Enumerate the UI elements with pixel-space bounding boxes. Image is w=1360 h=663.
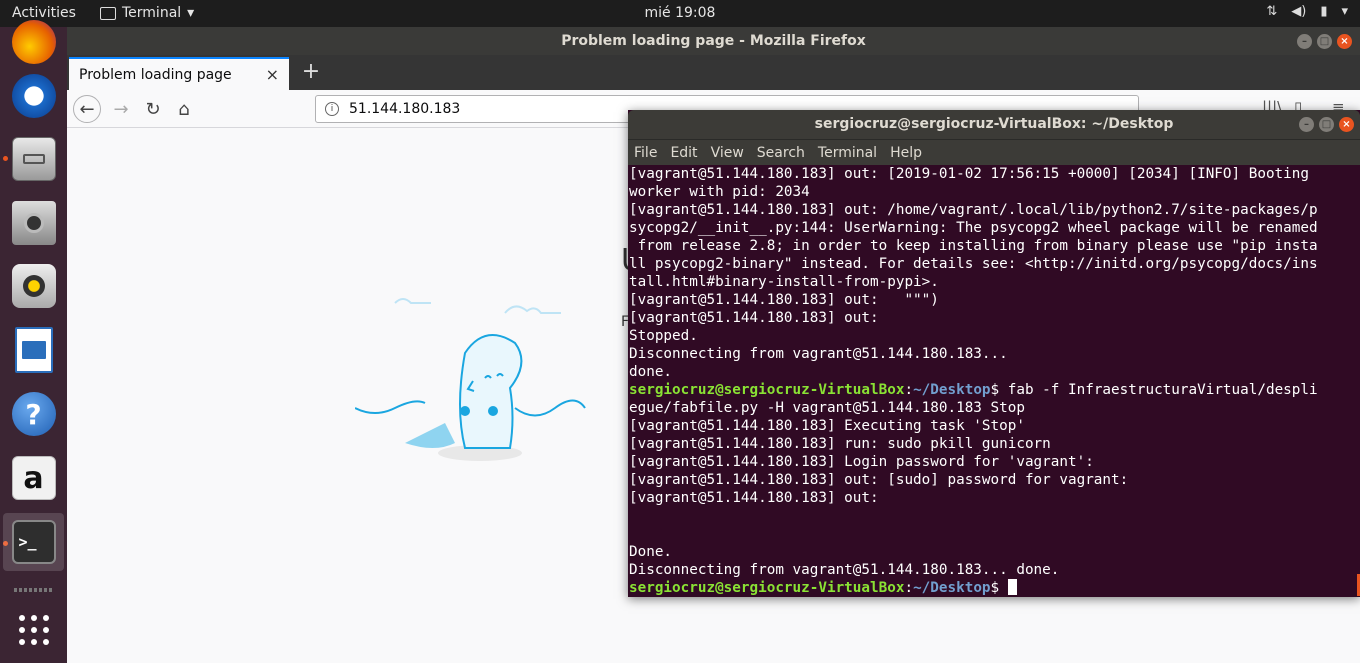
maximize-button[interactable]: □	[1317, 34, 1332, 49]
prompt-separator: :	[904, 382, 914, 398]
dock-item-terminal[interactable]: >_	[3, 513, 64, 571]
terminal-line: [vagrant@51.144.180.183] out:	[629, 310, 879, 326]
terminal-output[interactable]: [vagrant@51.144.180.183] out: [2019-01-0…	[628, 165, 1360, 597]
terminal-menubar: File Edit View Search Terminal Help	[628, 139, 1360, 165]
dock-item-app-grid[interactable]	[3, 601, 64, 659]
terminal-line: [vagrant@51.144.180.183] out: [sudo] pas…	[629, 472, 1129, 488]
minimize-button[interactable]: –	[1299, 117, 1314, 132]
close-button[interactable]: ×	[1339, 117, 1354, 132]
terminal-prompt-line: sergiocruz@sergiocruz-VirtualBox:~/Deskt…	[629, 579, 1359, 597]
terminal-line: from release 2.8; in order to keep insta…	[629, 238, 1318, 254]
new-tab-button[interactable]: +	[297, 59, 325, 84]
menu-file[interactable]: File	[634, 140, 657, 165]
terminal-line: [vagrant@51.144.180.183] out: """)	[629, 292, 939, 308]
firefox-window-controls: – □ ×	[1297, 34, 1352, 49]
firefox-titlebar[interactable]: Problem loading page - Mozilla Firefox –…	[67, 27, 1360, 55]
home-button[interactable]: ⌂	[170, 96, 198, 124]
tab-label: Problem loading page	[79, 66, 232, 83]
terminal-line: Stopped.	[629, 328, 698, 344]
dock-item-camera[interactable]	[3, 194, 64, 252]
prompt-path: ~/Desktop	[913, 580, 991, 596]
terminal-line: ll psycopg2-binary" instead. For details…	[629, 256, 1318, 272]
firefox-icon	[11, 20, 56, 64]
menu-help[interactable]: Help	[890, 140, 922, 165]
terminal-line: Done.	[629, 544, 673, 560]
forward-button[interactable]: →	[107, 96, 135, 124]
prompt-symbol: $	[990, 382, 1000, 398]
back-button[interactable]: ←	[73, 95, 101, 123]
prompt-user: sergiocruz@sergiocruz-VirtualBox	[629, 580, 905, 596]
dock: ? a >_	[0, 20, 67, 663]
dock-item-rhythmbox[interactable]	[3, 257, 64, 315]
text-cursor	[1007, 579, 1017, 595]
terminal-line: [vagrant@51.144.180.183] run: sudo pkill…	[629, 436, 1051, 452]
network-icon: ⇅	[1266, 4, 1278, 19]
writer-icon	[14, 327, 53, 373]
terminal-line: Disconnecting from vagrant@51.144.180.18…	[629, 562, 1060, 578]
terminal-line: [vagrant@51.144.180.183] Executing task …	[629, 418, 1025, 434]
system-tray[interactable]: ⇅ ◀) ▮ ▾	[1266, 4, 1348, 19]
firefox-window-title: Problem loading page - Mozilla Firefox	[561, 33, 866, 49]
terminal-prompt-line: sergiocruz@sergiocruz-VirtualBox:~/Deskt…	[629, 381, 1359, 399]
terminal-window: sergiocruz@sergiocruz-VirtualBox: ~/Desk…	[628, 110, 1360, 597]
menu-search[interactable]: Search	[757, 140, 805, 165]
grid-icon	[18, 615, 49, 645]
dock-item-writer[interactable]	[3, 321, 64, 379]
close-button[interactable]: ×	[1337, 34, 1352, 49]
battery-icon: ▮	[1320, 4, 1328, 19]
close-tab-icon[interactable]: ×	[266, 65, 279, 84]
maximize-button[interactable]: □	[1319, 117, 1334, 132]
prompt-user: sergiocruz@sergiocruz-VirtualBox	[629, 382, 905, 398]
volume-icon: ◀)	[1291, 4, 1307, 19]
chevron-down-icon: ▾	[1341, 4, 1348, 19]
terminal-line: [vagrant@51.144.180.183] out:	[629, 490, 879, 506]
tab-problem-loading[interactable]: Problem loading page ×	[69, 57, 289, 90]
command-text: fab -f InfraestructuraVirtual/despli	[999, 382, 1318, 398]
url-text: 51.144.180.183	[349, 101, 461, 117]
dock-item-amazon[interactable]: a	[3, 449, 64, 507]
reload-button[interactable]: ↻	[139, 96, 167, 124]
thunderbird-icon	[11, 74, 56, 118]
dock-item-thunderbird[interactable]	[3, 67, 64, 125]
top-bar: Activities Terminal ▾ mié 19:08 ⇅ ◀) ▮ ▾	[0, 0, 1360, 27]
terminal-line: worker with pid: 2034	[629, 184, 810, 200]
terminal-line: tall.html#binary-install-from-pypi>.	[629, 274, 939, 290]
prompt-symbol: $	[990, 580, 1000, 596]
amazon-icon: a	[11, 456, 56, 500]
speaker-icon	[11, 264, 56, 308]
command-text	[999, 580, 1008, 596]
terminal-line: egue/fabfile.py -H vagrant@51.144.180.18…	[629, 400, 1025, 416]
terminal-line: Disconnecting from vagrant@51.144.180.18…	[629, 346, 1008, 362]
camera-icon	[11, 201, 56, 245]
menu-edit[interactable]: Edit	[670, 140, 697, 165]
terminal-icon: >_	[11, 520, 56, 564]
terminal-titlebar[interactable]: sergiocruz@sergiocruz-VirtualBox: ~/Desk…	[628, 110, 1360, 139]
prompt-path: ~/Desktop	[913, 382, 991, 398]
terminal-line: [vagrant@51.144.180.183] out: [2019-01-0…	[629, 166, 1309, 182]
dock-separator	[14, 588, 52, 592]
help-icon: ?	[11, 392, 56, 436]
unplugged-dinosaur-illustration	[355, 298, 586, 461]
dock-item-firefox[interactable]	[3, 13, 64, 71]
terminal-line: sycopg2/__init__.py:144: UserWarning: Th…	[629, 220, 1318, 236]
minimize-button[interactable]: –	[1297, 34, 1312, 49]
tab-strip: Problem loading page × +	[67, 55, 1360, 90]
terminal-window-controls: – □ ×	[1299, 117, 1354, 132]
dock-item-help[interactable]: ?	[3, 385, 64, 443]
prompt-separator: :	[904, 580, 914, 596]
menu-terminal[interactable]: Terminal	[818, 140, 877, 165]
terminal-line: [vagrant@51.144.180.183] Login password …	[629, 454, 1094, 470]
terminal-window-title: sergiocruz@sergiocruz-VirtualBox: ~/Desk…	[814, 116, 1174, 132]
info-icon[interactable]: i	[325, 102, 339, 116]
dock-item-files[interactable]	[3, 130, 64, 188]
files-icon	[11, 137, 56, 181]
terminal-line: [vagrant@51.144.180.183] out: /home/vagr…	[629, 202, 1318, 218]
terminal-line: done.	[629, 364, 673, 380]
clock[interactable]: mié 19:08	[0, 5, 1360, 21]
menu-view[interactable]: View	[711, 140, 744, 165]
